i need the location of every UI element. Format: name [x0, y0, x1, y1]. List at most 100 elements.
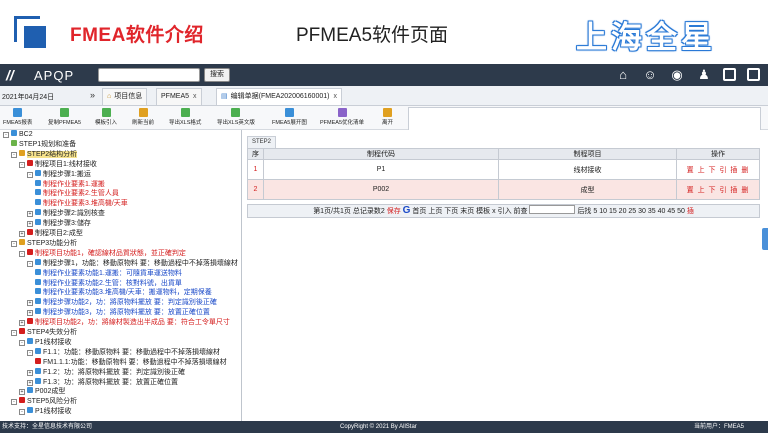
fmea5-expand-view-button[interactable]: FMEA5展开图: [272, 108, 307, 126]
row-operations[interactable]: 置 上 下 引 插 删: [676, 159, 760, 180]
tree-node[interactable]: - STEP3功能分析: [11, 238, 77, 248]
chevron-right-icon[interactable]: »: [90, 90, 95, 100]
tree-node-icon: [27, 248, 33, 255]
collapse-icon[interactable]: -: [19, 161, 25, 168]
tree-node-icon: [11, 130, 17, 136]
tree-node[interactable]: + P002成型: [19, 387, 65, 396]
tree-node[interactable]: + F1.3：功：將原物料擺放 要：放置正確位置: [27, 377, 178, 387]
users-icon[interactable]: ☺: [642, 67, 658, 83]
collapse-icon[interactable]: -: [27, 260, 33, 267]
tab-step2[interactable]: STEP2: [247, 136, 277, 148]
close-icon[interactable]: x: [747, 68, 760, 81]
tree-node[interactable]: - P1线材接收: [19, 407, 72, 416]
copy-icon: [60, 108, 69, 117]
side-panel-handle[interactable]: [762, 228, 768, 250]
close-tab-icon[interactable]: x: [333, 93, 337, 100]
tree-node[interactable]: FM1.1.1:功能：移動原物料 要：移動過程中不掉落損壞線材: [35, 357, 227, 367]
collapse-icon[interactable]: -: [11, 151, 17, 158]
tree-node[interactable]: + 制程步骤功能2，功：將原物料擺放 要：判定識別後正確: [27, 298, 217, 307]
page-jump-input[interactable]: [529, 205, 576, 214]
expand-icon[interactable]: +: [27, 300, 33, 307]
tree-node[interactable]: - 制程项目1:线材接收: [19, 159, 97, 169]
expand-icon[interactable]: +: [27, 221, 33, 228]
expand-icon[interactable]: +: [27, 211, 33, 218]
window-icon[interactable]: □: [723, 68, 736, 81]
row-code[interactable]: P1: [263, 159, 499, 180]
row-seq: 1: [247, 159, 264, 180]
collapse-icon[interactable]: -: [11, 240, 17, 247]
tree-node[interactable]: 制程作业要素3.堆高機/天車: [35, 199, 128, 208]
tree-node[interactable]: - 制程项目功能1，確認線材品質狀態，並正確判定: [19, 248, 186, 258]
user-icon[interactable]: ♟: [696, 67, 712, 83]
tab-pfmea5[interactable]: PFMEA5 x: [156, 88, 202, 105]
expand-icon[interactable]: +: [27, 369, 33, 376]
fmea5-report-button[interactable]: FMEA5报表: [3, 108, 32, 126]
insert-button[interactable]: 插: [687, 208, 694, 215]
close-tab-icon[interactable]: x: [193, 93, 197, 100]
tree-node[interactable]: - STEP4失效分析: [11, 328, 77, 337]
collapse-icon[interactable]: -: [11, 330, 17, 336]
collapse-icon[interactable]: -: [19, 339, 25, 346]
collapse-icon[interactable]: -: [3, 132, 9, 138]
tree-node[interactable]: - P1线材接收: [19, 337, 72, 347]
export-xls-button[interactable]: 导出XLS格式: [169, 108, 201, 126]
expand-icon[interactable]: +: [27, 379, 33, 386]
tree-node[interactable]: - BC2: [3, 130, 33, 139]
tree-node[interactable]: 制程作业要素功能3.堆高機/天車：搬運物料，定期保養: [35, 288, 212, 297]
copy-pfmea5-button[interactable]: 复制PFMEA5: [48, 108, 81, 126]
table-row[interactable]: 1 P1 线材接收 置 上 下 引 插 删: [247, 159, 760, 180]
row-code[interactable]: P002: [263, 179, 499, 200]
row-operations[interactable]: 置 上 下 引 插 删: [676, 179, 760, 200]
collapse-icon[interactable]: -: [27, 349, 33, 356]
pfmea5-optimize-list-button[interactable]: PFMEA5优化清单: [320, 108, 364, 126]
expand-icon[interactable]: +: [19, 231, 25, 237]
refresh-button[interactable]: 刷新当前: [132, 108, 154, 126]
tab-project-info[interactable]: ⌂ 项目信息: [102, 88, 148, 105]
tree-node[interactable]: 制程作业要素功能2.生管：核對料號，出貨單: [35, 278, 182, 288]
row-item[interactable]: 成型: [498, 179, 677, 200]
collapse-icon[interactable]: -: [19, 250, 25, 257]
tree-node[interactable]: + 制程步骤2:識別核查: [27, 209, 105, 218]
tree-node[interactable]: + 制程步骤3:儲存: [27, 219, 91, 228]
tree-node[interactable]: + F1.2：功：將原物料擺放 要：判定識別後正確: [27, 367, 185, 377]
row-item[interactable]: 线材接收: [498, 159, 677, 180]
page-navigation[interactable]: 首页 上页 下页 末页 模板 x 引入 前查: [412, 208, 527, 215]
refresh-icon: [138, 108, 148, 117]
collapse-icon[interactable]: -: [27, 171, 33, 178]
tree-node-icon: [35, 189, 41, 196]
tree-node[interactable]: + 制程项目功能2，功：將線材製造出半成品 要：符合工令單尺寸: [19, 318, 230, 327]
tree-node[interactable]: + 制程步骤功能3，功：將原物料擺放 要：放置正確位置: [27, 308, 210, 317]
tree-node[interactable]: - F1.1：功能：移動原物料 要：移動過程中不掉落損壞線材: [27, 347, 220, 357]
collapse-icon[interactable]: -: [11, 399, 17, 406]
home-icon[interactable]: ⌂: [615, 67, 631, 83]
collapse-icon[interactable]: -: [19, 409, 25, 416]
expand-icon[interactable]: +: [27, 310, 33, 317]
tab-edit-document[interactable]: ▤ 编辑单据(FMEA202006160001) x: [216, 88, 342, 105]
tree-node[interactable]: STEP1规划和准备: [11, 139, 76, 149]
tree-node[interactable]: + 制程项目2:成型: [19, 229, 83, 238]
expand-icon[interactable]: +: [19, 389, 25, 396]
save-button[interactable]: 保存: [387, 208, 401, 215]
tree-node[interactable]: - 制程步骤1，功能：移動原物料 要：移動過程中不掉落損壞線材: [27, 258, 238, 268]
page-size-options[interactable]: 后找 5 10 15 20 25 30 35 40 45 50: [577, 208, 684, 215]
tree-node[interactable]: 制程作业要素2.生管人員: [35, 189, 119, 198]
search-input[interactable]: [98, 68, 200, 82]
tree-node[interactable]: - STEP5风险分析: [11, 397, 77, 406]
table-header-row: 序 制程代码 制程项目 操作: [247, 148, 760, 160]
expand-icon[interactable]: +: [19, 320, 25, 327]
tree-node[interactable]: 制程作业要素功能1.運搬：可隨貨車運送物料: [35, 268, 182, 278]
go-button[interactable]: G: [403, 205, 411, 216]
current-date: 2021年04月24日: [2, 94, 55, 101]
table-row[interactable]: 2 P002 成型 置 上 下 引 插 删: [247, 179, 760, 200]
tree-node[interactable]: - STEP2结构分析: [11, 149, 78, 159]
tree-node-label: 制程步骤3:儲存: [43, 220, 91, 228]
export-xls-english-button[interactable]: 导出XLS英文版: [217, 108, 255, 126]
search-button[interactable]: 搜索: [204, 68, 230, 82]
tree-node[interactable]: 制程作业要素1.運搬: [35, 179, 105, 189]
template-import-button[interactable]: 模板引入: [95, 108, 117, 126]
globe-icon[interactable]: ◉: [669, 67, 685, 83]
tree-node[interactable]: - 制程步骤1:搬运: [27, 169, 91, 179]
tree-node-label: F1.1：功能：移動原物料 要：移動過程中不掉落損壞線材: [43, 348, 220, 356]
excel-icon: [231, 108, 241, 117]
exit-button[interactable]: 离开: [382, 108, 393, 126]
